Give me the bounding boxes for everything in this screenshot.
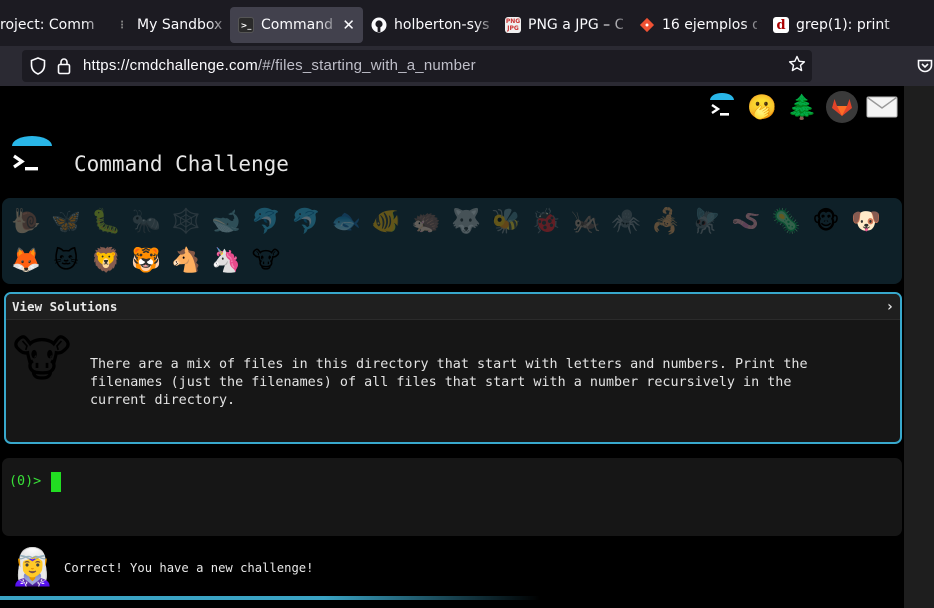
- tropical-fish-icon[interactable]: 🐠: [370, 203, 402, 239]
- tab-fade: [883, 7, 905, 43]
- site-logo-icon[interactable]: [10, 136, 54, 180]
- tab-fade: [84, 7, 106, 43]
- header-links: 🫢 🌲: [706, 90, 898, 124]
- png-jpg-icon: PNG JPG: [505, 17, 521, 33]
- gitlab-icon[interactable]: [826, 91, 858, 123]
- ladybug-icon[interactable]: 🐞: [530, 203, 562, 239]
- scrollbar[interactable]: [904, 86, 934, 608]
- snail-icon[interactable]: 🐌: [10, 203, 42, 239]
- sandbox-icon: ⋮: [117, 19, 127, 31]
- cricket-icon[interactable]: 🦗: [570, 203, 602, 239]
- hedgehog-icon[interactable]: 🦔: [410, 203, 442, 239]
- github-icon: [371, 17, 387, 33]
- tab-fade: [319, 7, 341, 43]
- browser-tab-bar: roject: Comm ⋮ My Sandboxes >_ Command C…: [0, 0, 934, 46]
- scorpion-icon[interactable]: 🦂: [650, 203, 682, 239]
- result-message: 🧝‍♀️ Correct! You have a new challenge!: [10, 544, 313, 592]
- tab-fade: [743, 7, 765, 43]
- result-text: Correct! You have a new challenge!: [64, 561, 314, 575]
- challenge-card: View Solutions › 🐮 There are a mix of fi…: [4, 292, 902, 444]
- dog-icon[interactable]: 🐶: [850, 203, 882, 239]
- git-icon: [639, 17, 655, 33]
- view-solutions-toggle[interactable]: View Solutions ›: [6, 294, 900, 320]
- browser-nav-bar: https://cmdchallenge.com/#/files_startin…: [0, 46, 934, 86]
- tab-my-sandboxes[interactable]: ⋮ My Sandboxes: [106, 7, 230, 43]
- unicorn-icon[interactable]: 🦄: [210, 242, 242, 278]
- terminal-prompt: (0)>: [9, 474, 42, 489]
- tab-project[interactable]: roject: Comm: [0, 7, 106, 43]
- url-bar[interactable]: https://cmdchallenge.com/#/files_startin…: [22, 50, 812, 82]
- url-text[interactable]: https://cmdchallenge.com/#/files_startin…: [83, 57, 476, 74]
- cow-face-icon: 🐮: [12, 330, 72, 388]
- horse-icon[interactable]: 🐴: [170, 242, 202, 278]
- tab-holberton[interactable]: holberton-syst: [363, 7, 497, 43]
- view-solutions-label: View Solutions: [12, 299, 118, 314]
- thinking-face-icon[interactable]: 🫢: [746, 91, 778, 123]
- tab-fade: [208, 7, 230, 43]
- spider-icon[interactable]: 🕷️: [610, 203, 642, 239]
- terminal-icon: >_: [238, 17, 254, 33]
- terminal-cursor[interactable]: [51, 472, 61, 492]
- whale-icon[interactable]: 🐋: [210, 203, 242, 239]
- envelope-icon[interactable]: [866, 91, 898, 123]
- microbe-icon[interactable]: 🦠: [770, 203, 802, 239]
- tab-fade: [609, 7, 631, 43]
- bee-icon[interactable]: 🐝: [490, 203, 522, 239]
- spider-web-icon[interactable]: 🕸️: [170, 203, 202, 239]
- tiger-icon[interactable]: 🐯: [130, 242, 162, 278]
- cmdchallenge-logo-icon[interactable]: [706, 91, 738, 123]
- terminal[interactable]: (0)>: [2, 458, 902, 536]
- shield-icon[interactable]: [30, 57, 46, 79]
- lion-icon[interactable]: 🦁: [90, 242, 122, 278]
- page-title: Command Challenge: [74, 152, 289, 176]
- worm-icon[interactable]: 🪱: [730, 203, 762, 239]
- close-icon[interactable]: ✕: [342, 16, 355, 34]
- tab-command-challenge[interactable]: >_ Command C ✕: [230, 7, 363, 43]
- tab-16-ejemplos[interactable]: 16 ejemplos d: [631, 7, 765, 43]
- fox-icon[interactable]: 🦊: [10, 242, 42, 278]
- dolphin-2-icon[interactable]: 🐬: [290, 203, 322, 239]
- chevron-right-icon[interactable]: ›: [886, 299, 894, 315]
- challenge-strip: 🐌 🦋 🐛 🐜 🕸️ 🐋 🐬 🐬 🐟 🐠 🦔 🐺 🐝 🐞 🦗 🕷️ 🦂 🪰 🪱 🦠 🐵 🐶 🦊 🐱 🦁 🐯 🐴 🦄 🐮: [2, 198, 902, 284]
- caterpillar-icon[interactable]: 🐛: [90, 203, 122, 239]
- dolphin-icon[interactable]: 🐬: [250, 203, 282, 239]
- wolf-icon[interactable]: 🐺: [450, 203, 482, 239]
- tree-icon[interactable]: 🌲: [786, 91, 818, 123]
- star-icon[interactable]: [788, 55, 806, 77]
- tab-label: roject: Comm: [0, 17, 95, 33]
- tab-grep[interactable]: d grep(1): print: [765, 7, 905, 43]
- monkey-icon[interactable]: 🐵: [810, 203, 842, 239]
- elf-icon: 🧝‍♀️: [10, 547, 55, 588]
- lock-icon[interactable]: [57, 57, 71, 79]
- cow-icon[interactable]: 🐮: [250, 242, 282, 278]
- fish-icon[interactable]: 🐟: [330, 203, 362, 239]
- butterfly-icon[interactable]: 🦋: [50, 203, 82, 239]
- url-host: https://cmdchallenge.com: [83, 57, 258, 74]
- tab-fade: [475, 7, 497, 43]
- challenge-description: There are a mix of files in this directo…: [90, 357, 808, 408]
- fly-icon[interactable]: 🪰: [690, 203, 722, 239]
- url-path: /#/files_starting_with_a_number: [257, 57, 476, 74]
- tab-png-jpg[interactable]: PNG JPG PNG a JPG – C: [497, 7, 631, 43]
- ant-icon[interactable]: 🐜: [130, 203, 162, 239]
- page-content: 🫢 🌲 Command Challenge 🐌 🦋 🐛 🐜 🕸️ 🐋 🐬 🐬 🐟 🐠 🦔 🐺 🐝 🐞 🦗 🕷️…: [0, 86, 904, 608]
- cat-icon[interactable]: 🐱: [50, 242, 82, 278]
- pocket-icon[interactable]: [917, 58, 933, 78]
- tab-label: grep(1): print: [796, 17, 890, 33]
- progress-bar: [0, 596, 540, 600]
- d-icon: d: [773, 17, 789, 33]
